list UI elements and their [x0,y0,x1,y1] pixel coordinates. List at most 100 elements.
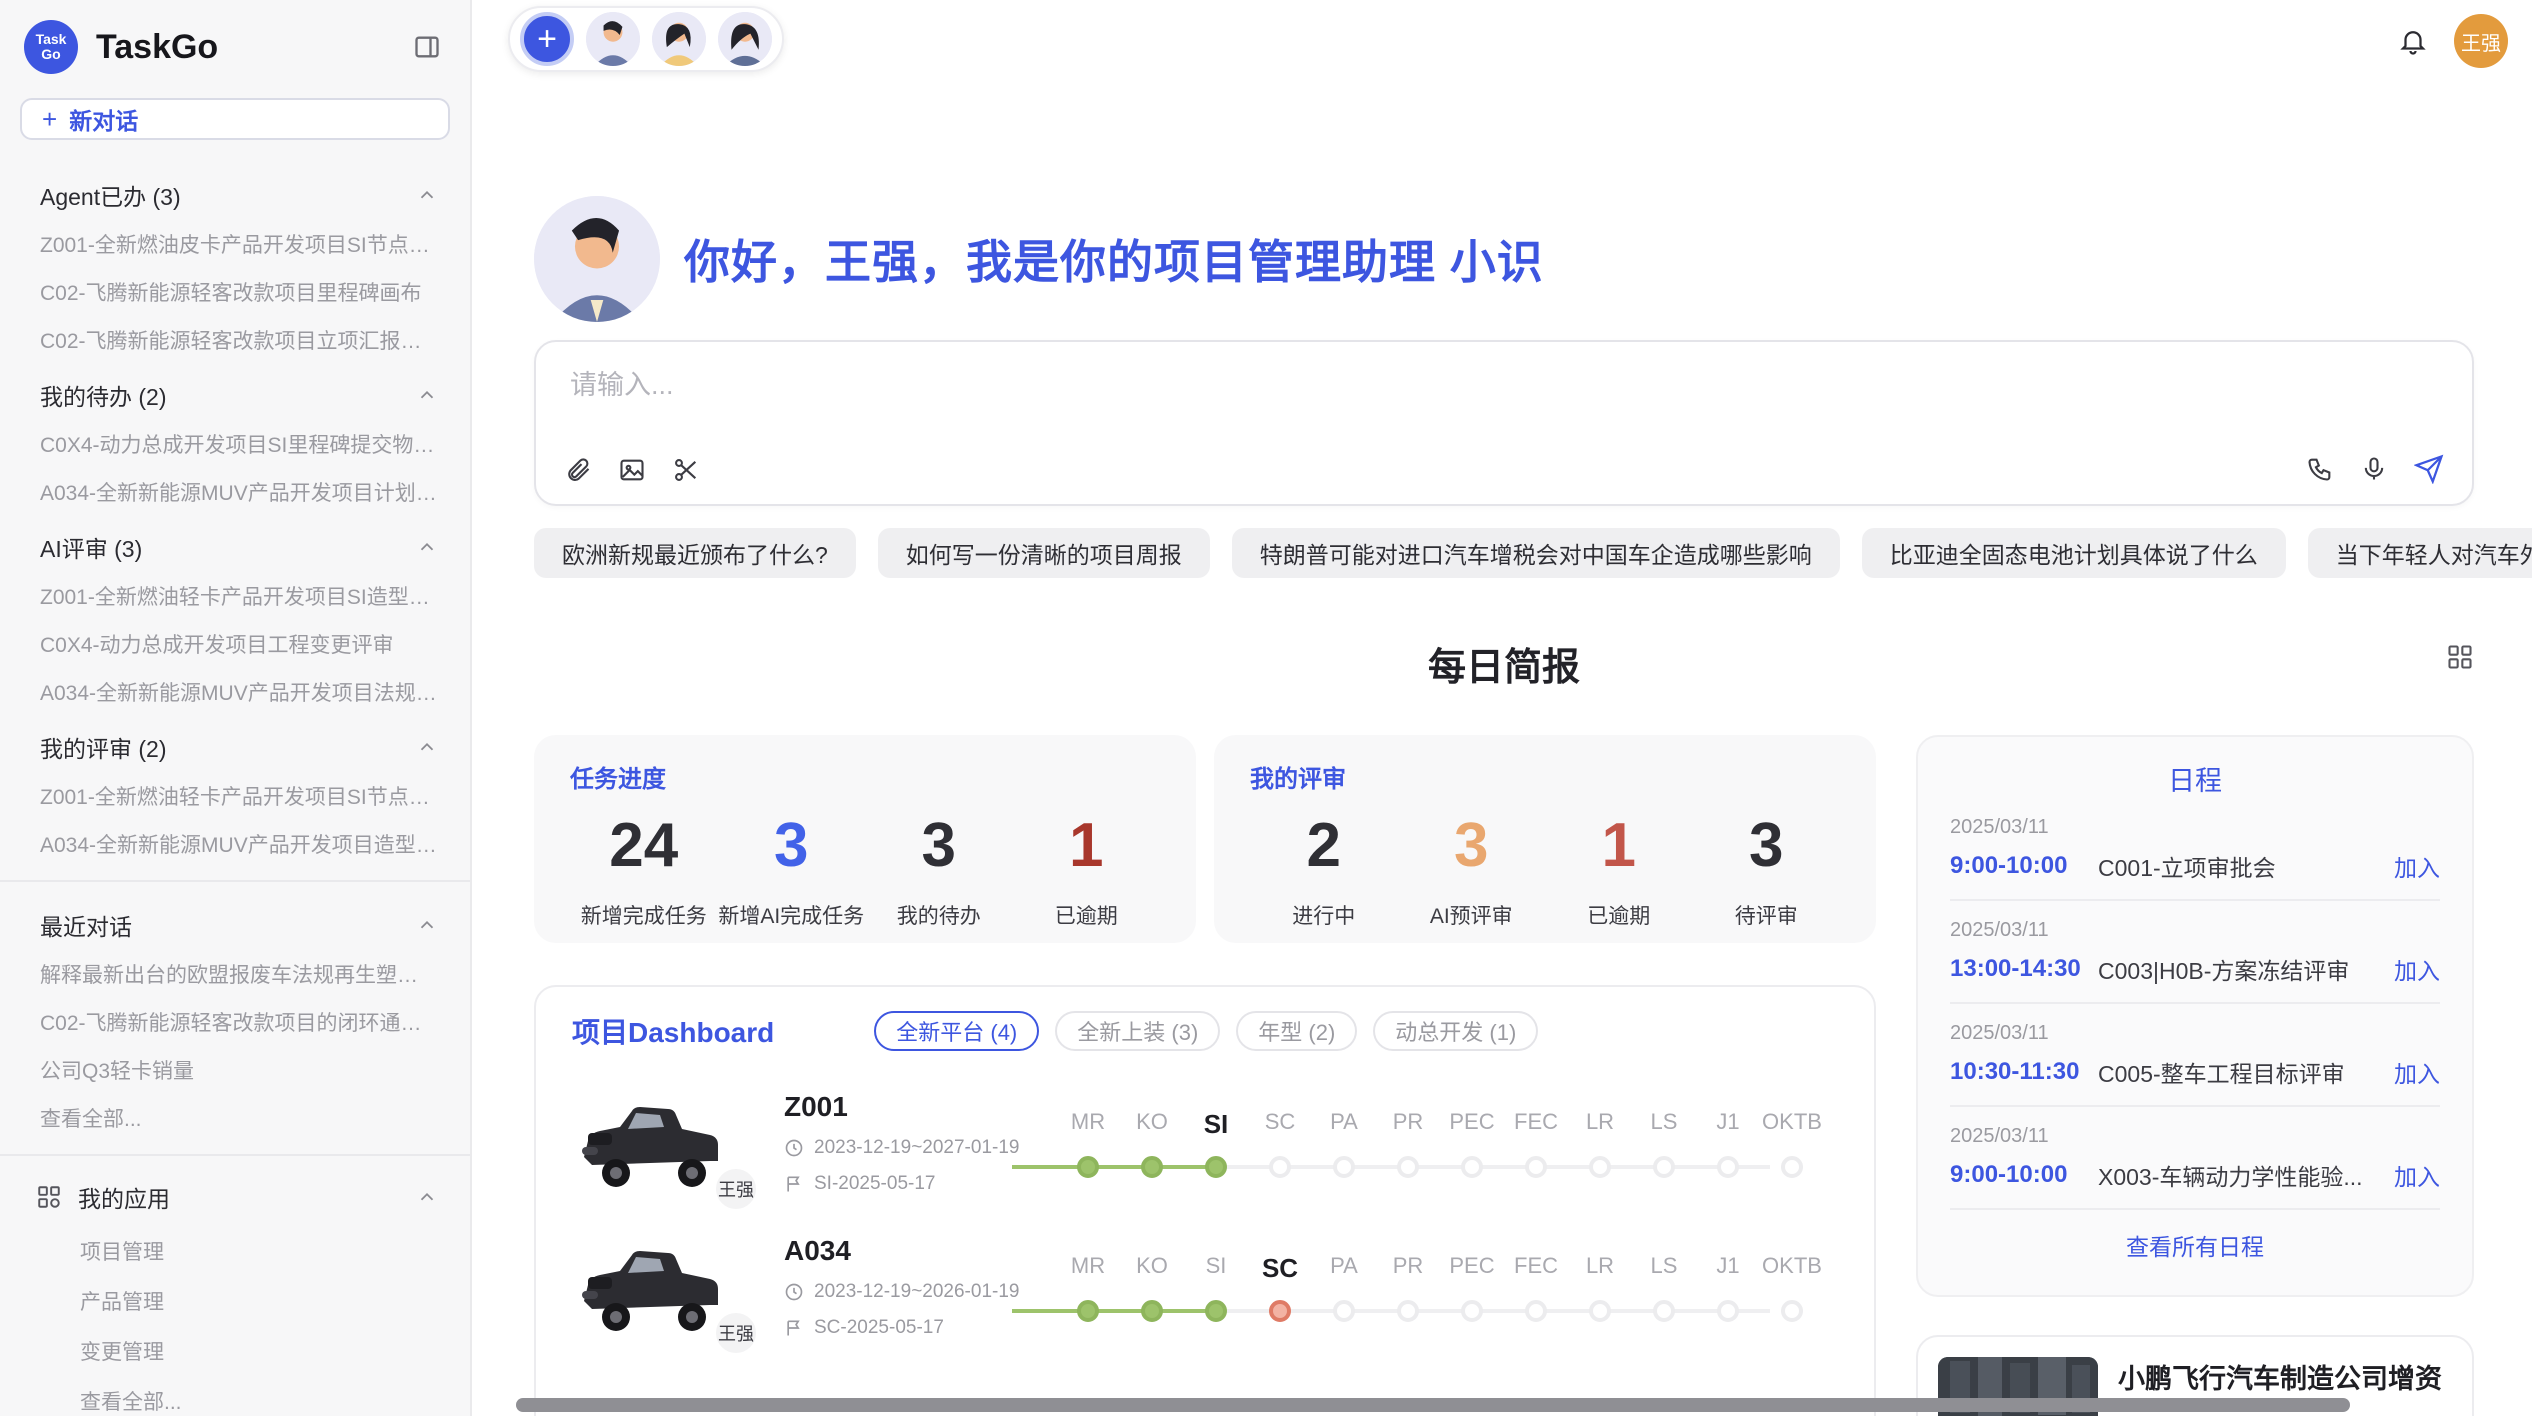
sidebar-section-header[interactable]: 我的评审 (2) [0,716,470,772]
event-time: 9:00-10:00 [1950,1161,2098,1189]
chevron-up-icon [416,536,438,558]
milestone-dot [1717,1156,1739,1178]
milestone-label: MR [1056,1109,1120,1140]
sidebar-item[interactable]: Z001-全新燃油轻卡产品开发项目SI节点属性5D文件评审 [0,772,470,820]
stat-card-title: 我的评审 [1250,759,1840,794]
stat-card-title: 任务进度 [570,759,1160,794]
app-sub-item[interactable]: 查看全部... [0,1376,470,1416]
recent-chat-item[interactable]: 公司Q3轻卡销量 [0,1046,470,1094]
app-sub-item[interactable]: 项目管理 [0,1226,470,1276]
project-row[interactable]: 王强A0342023-12-19~2026-01-19SC-2025-05-17… [572,1235,1838,1339]
dashboard-tab[interactable]: 动总开发 (1) [1373,1011,1538,1051]
sidebar-list: Agent已办 (3)Z001-全新燃油皮卡产品开发项目SI节点Lesson L… [0,160,470,1416]
join-link[interactable]: 加入 [2394,849,2440,883]
sidebar-item[interactable]: C0X4-动力总成开发项目SI里程碑提交物检查 [0,420,470,468]
stat-cards: 任务进度24新增完成任务3新增AI完成任务3我的待办1已逾期我的评审2进行中3A… [534,735,1876,943]
milestone-label: J1 [1696,1253,1760,1284]
my-apps-label: 我的应用 [78,1180,400,1214]
project-code: Z001 [784,1091,1040,1123]
horizontal-scrollbar[interactable] [516,1398,2350,1412]
stat-value: 3 [865,810,1013,882]
project-rows: 王强Z0012023-12-19~2027-01-19SI-2025-05-17… [572,1091,1838,1339]
milestone-label: PR [1376,1253,1440,1284]
sidebar-item[interactable]: C0X4-动力总成开发项目工程变更评审 [0,620,470,668]
stat-value: 3 [718,810,866,882]
milestone-dot [1717,1300,1739,1322]
new-chat-button[interactable]: + 新对话 [20,98,450,140]
suggestion-chip[interactable]: 如何写一份清晰的项目周报 [878,528,1210,578]
dashboard-tab[interactable]: 全新上装 (3) [1055,1011,1220,1051]
sidebar-item[interactable]: A034-全新新能源MUV产品开发项目造型可行性评审 [0,820,470,868]
schedule-list: 2025/03/119:00-10:00C001-立项审批会加入2025/03/… [1918,798,2472,1210]
recent-chat-item[interactable]: 解释最新出台的欧盟报废车法规再生塑料比例被调到15%... [0,950,470,998]
sidebar-item[interactable]: C02-飞腾新能源轻客改款项目里程碑画布 [0,268,470,316]
chat-input-card [534,340,2474,506]
project-row[interactable]: 王强Z0012023-12-19~2027-01-19SI-2025-05-17… [572,1091,1838,1195]
app-sub-item[interactable]: 产品管理 [0,1276,470,1326]
sidebar-section-header[interactable]: 我的待办 (2) [0,364,470,420]
sidebar-item[interactable]: C02-飞腾新能源轻客改款项目立项汇报方案 [0,316,470,364]
apps-grid-icon [36,1184,62,1210]
event-time: 10:30-11:30 [1950,1058,2098,1086]
daily-brief-title: 每日简报 [1428,647,1580,689]
milestone-label: KO [1120,1109,1184,1140]
milestone-label: PEC [1440,1253,1504,1284]
chevron-up-icon [416,736,438,758]
milestone-dot [1397,1300,1419,1322]
recent-chat-item[interactable]: C02-飞腾新能源轻客改款项目的闭环通告反馈情况 [0,998,470,1046]
collapse-sidebar-icon[interactable] [412,33,442,61]
chevron-up-icon [416,184,438,206]
sidebar-item[interactable]: Z001-全新燃油皮卡产品开发项目SI节点Lesson Learn报告 [0,220,470,268]
stat: 24新增完成任务 [570,810,718,930]
layout-grid-icon[interactable] [2446,642,2474,679]
schedule-event: 2025/03/1113:00-14:30C003|H0B-方案冻结评审加入 [1950,901,2440,1004]
milestone-label: SI [1184,1253,1248,1284]
stat-value: 1 [1013,810,1161,882]
recent-chats-header[interactable]: 最近对话 [0,894,470,950]
suggestion-chip[interactable]: 欧洲新规最近颁布了什么? [534,528,856,578]
suggestion-chip[interactable]: 特朗普可能对进口汽车增税会对中国车企造成哪些影响 [1232,528,1840,578]
suggestion-chips: 欧洲新规最近颁布了什么? 如何写一份清晰的项目周报特朗普可能对进口汽车增税会对中国… [534,528,2474,578]
app-title: TaskGo [96,28,412,67]
dates-text: 2023-12-19~2027-01-19 [814,1137,1019,1159]
image-icon[interactable] [618,456,646,484]
section-title: AI评审 (3) [40,530,142,564]
milestone-label: MR [1056,1253,1120,1284]
my-apps-header[interactable]: 我的应用 [0,1168,470,1226]
recent-chat-item[interactable]: 查看全部... [0,1094,470,1142]
sidebar-item[interactable]: A034-全新新能源MUV产品开发项目法规符合性评审 [0,668,470,716]
sidebar: TaskGo TaskGo + 新对话 Agent已办 (3)Z001-全新燃油… [0,0,472,1416]
milestone-dot [1589,1300,1611,1322]
dashboard-tab[interactable]: 全新平台 (4) [874,1011,1039,1051]
suggestion-chip[interactable]: 当下年轻人对汽车外观有怎样的喜好趋势 [2308,528,2532,578]
sidebar-item[interactable]: Z001-全新燃油轻卡产品开发项目SI造型提交物评审 [0,572,470,620]
send-icon[interactable] [2414,454,2444,484]
clock-icon [784,1282,804,1302]
join-link[interactable]: 加入 [2394,1055,2440,1089]
mic-icon[interactable] [2360,455,2388,483]
milestone-dot [1525,1156,1547,1178]
chat-input[interactable] [570,370,2438,401]
stat-value: 2 [1250,810,1398,882]
project-dates: 2023-12-19~2027-01-19 [784,1137,1040,1159]
stat: 3待评审 [1693,810,1841,930]
event-date: 2025/03/11 [1950,816,2440,839]
sidebar-section-header[interactable]: Agent已办 (3) [0,164,470,220]
view-all-schedule-link[interactable]: 查看所有日程 [1918,1210,2472,1280]
dashboard-tab[interactable]: 年型 (2) [1236,1011,1357,1051]
milestone-label: PA [1312,1109,1376,1140]
attachment-icon[interactable] [564,456,592,484]
phone-icon[interactable] [2306,455,2334,483]
milestone-label: LS [1632,1109,1696,1140]
app-sub-item[interactable]: 变更管理 [0,1326,470,1376]
section-title: 我的评审 (2) [40,730,167,764]
sidebar-item[interactable]: A034-全新新能源MUV产品开发项目计划变更表编写 [0,468,470,516]
scissors-icon[interactable] [672,456,700,484]
milestone-label: FEC [1504,1109,1568,1140]
join-link[interactable]: 加入 [2394,952,2440,986]
stat-label: 已逾期 [1545,900,1693,930]
sidebar-section-header[interactable]: AI评审 (3) [0,516,470,572]
clock-icon [784,1138,804,1158]
join-link[interactable]: 加入 [2394,1158,2440,1192]
suggestion-chip[interactable]: 比亚迪全固态电池计划具体说了什么 [1862,528,2286,578]
